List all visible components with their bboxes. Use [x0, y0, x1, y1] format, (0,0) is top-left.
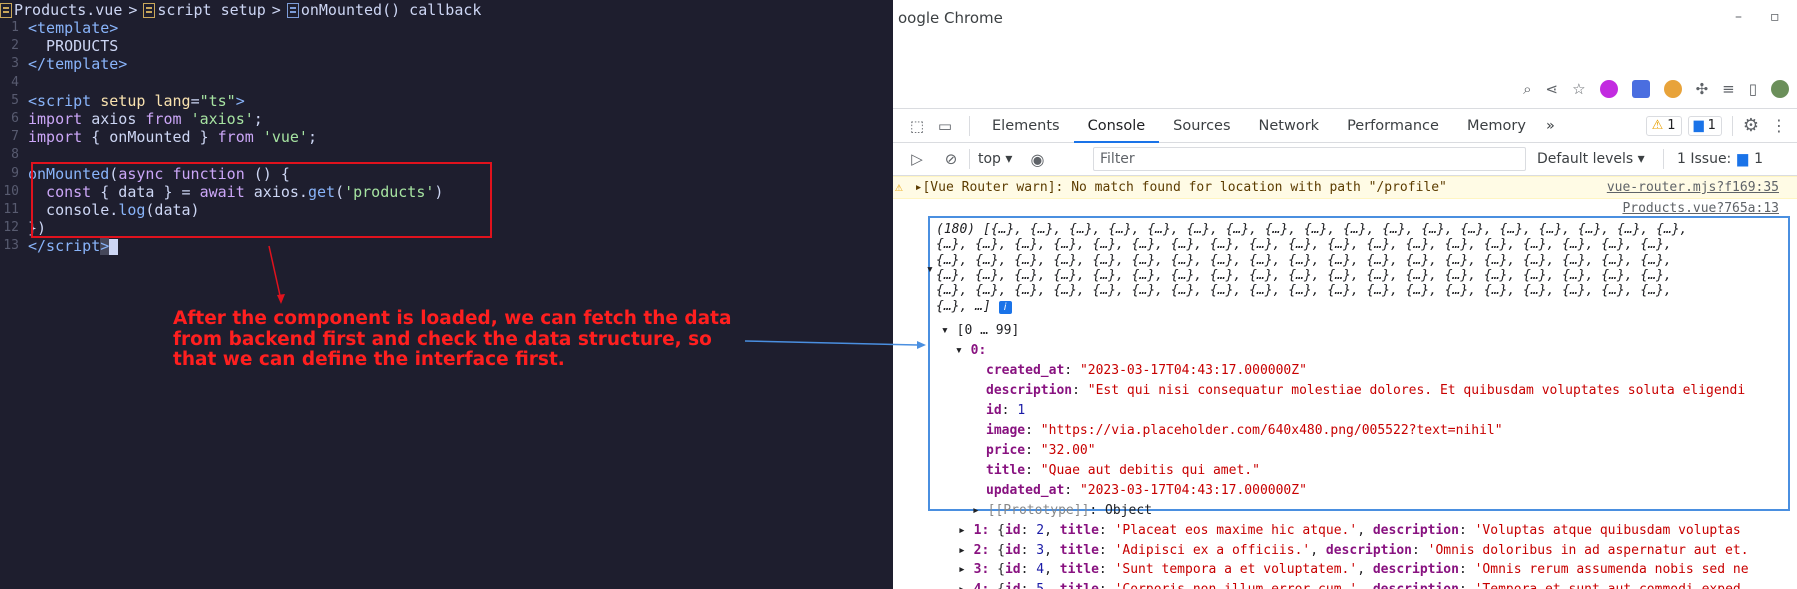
array-summary-line: {…}, {…}, {…}, {…}, {…}, {…}, {…}, {…}, … [936, 237, 1672, 253]
object-property: image: "https://via.placeholder.com/640x… [986, 423, 1503, 438]
extension-translate-icon[interactable] [1631, 80, 1650, 98]
side-panel-icon[interactable]: ▯ [1749, 80, 1757, 98]
warnings-badge[interactable]: ⚠ 1 [1645, 115, 1682, 136]
issue-icon: ▆ [1737, 151, 1749, 167]
console-output[interactable]: ⚠ ▸[Vue Router warn]: No match found for… [893, 176, 1797, 589]
object-property: id: 1 [986, 403, 1026, 418]
chrome-window: oogle Chrome – ▫ ⌕ ⋖ ☆ ✣ ≡ ▯ ⬚ ▭ Element… [893, 0, 1797, 589]
log-source-link[interactable]: Products.vue?765a:13 [1622, 201, 1779, 216]
issues-button[interactable]: 1 Issue: ▆ 1 [1677, 151, 1763, 167]
array-summary-line: {…}, {…}, {…}, {…}, {…}, {…}, {…}, {…}, … [936, 283, 1672, 299]
message-count: 1 [1707, 118, 1716, 133]
warning-icon: ⚠ [895, 180, 903, 195]
divider [969, 115, 970, 136]
array-item-collapsed[interactable]: ▸ 2: {id: 3, title: 'Adipisci ex a offic… [958, 543, 1749, 558]
bookmark-star-icon[interactable]: ☆ [1572, 80, 1585, 98]
array-range-node[interactable]: ▾ [0 … 99] [941, 323, 1019, 338]
array-summary-line: {…}, {…}, {…}, {…}, {…}, {…}, {…}, {…}, … [936, 252, 1672, 268]
tab-network[interactable]: Network [1245, 109, 1334, 143]
sidebar-toggle-icon[interactable]: ▷ [907, 150, 927, 168]
extensions-puzzle-icon[interactable]: ✣ [1696, 80, 1709, 98]
inspect-element-icon[interactable]: ⬚ [907, 117, 927, 135]
reading-list-icon[interactable]: ≡ [1722, 80, 1735, 98]
tab-elements[interactable]: Elements [978, 109, 1074, 143]
code-editor[interactable]: Products.vue > script setup > onMounted(… [0, 0, 893, 589]
live-expression-eye-icon[interactable]: ◉ [1030, 150, 1044, 169]
settings-gear-icon[interactable]: ⚙ [1743, 115, 1759, 136]
devtools-tabbar: ⬚ ▭ Elements Console Sources Network Per… [893, 108, 1797, 143]
maximize-icon[interactable]: ▫ [1770, 9, 1780, 25]
object-property: title: "Quae aut debitis qui amet." [986, 463, 1260, 478]
info-icon: i [998, 300, 1012, 314]
array-summary-line: {…}, {…}, {…}, {…}, {…}, {…}, {…}, {…}, … [936, 267, 1672, 283]
array-item-node[interactable]: ▾ 0: [955, 343, 986, 358]
tab-sources[interactable]: Sources [1159, 109, 1244, 143]
context-value: top [978, 151, 1001, 167]
clear-console-icon[interactable]: ⊘ [941, 150, 961, 168]
annotation-text: After the component is loaded, we can fe… [173, 308, 732, 370]
zoom-icon[interactable]: ⌕ [1523, 80, 1531, 98]
kebab-menu-icon[interactable]: ⋮ [1771, 116, 1787, 135]
title-bar: oogle Chrome – ▫ [893, 0, 1797, 36]
avatar[interactable] [1771, 80, 1789, 98]
array-item-collapsed[interactable]: ▸ 4: {id: 5, title: 'Corporis non illum … [958, 582, 1741, 589]
red-arrow-icon [268, 245, 285, 304]
array-item-collapsed[interactable]: ▸ 1: {id: 2, title: 'Placeat eos maxime … [958, 523, 1741, 538]
warning-source-link[interactable]: vue-router.mjs?f169:35 [1607, 177, 1779, 199]
log-levels-dropdown[interactable]: Default levels ▾ [1537, 151, 1645, 167]
object-property: description: "Est qui nisi consequatur m… [986, 383, 1746, 398]
divider [1663, 149, 1664, 169]
browser-toolbar: ⌕ ⋖ ☆ ✣ ≡ ▯ [893, 72, 1797, 106]
tab-console[interactable]: Console [1073, 109, 1160, 143]
device-toolbar-icon[interactable]: ▭ [935, 117, 955, 135]
divider [1731, 115, 1733, 136]
warning-text: [Vue Router warn]: No match found for lo… [922, 180, 1447, 195]
array-summary-line[interactable]: (180) [{…}, {…}, {…}, {…}, {…}, {…}, {…}… [936, 222, 1687, 237]
console-warning: ⚠ ▸[Vue Router warn]: No match found for… [893, 176, 1797, 199]
array-item-collapsed[interactable]: ▸ 3: {id: 4, title: 'Sunt tempora a et v… [958, 562, 1749, 577]
extension-cookie-icon[interactable] [1663, 80, 1682, 98]
object-property: created_at: "2023-03-17T04:43:17.000000Z… [986, 363, 1307, 378]
share-icon[interactable]: ⋖ [1546, 80, 1559, 98]
levels-label: Default levels [1537, 151, 1634, 167]
divider [969, 149, 970, 169]
minimize-icon[interactable]: – [1735, 9, 1742, 25]
warning-icon: ⚠ [1651, 118, 1664, 133]
object-property: price: "32.00" [986, 443, 1096, 458]
more-tabs-icon[interactable]: » [1540, 109, 1561, 143]
warning-count: 1 [1667, 118, 1676, 133]
message-icon: ▆ [1693, 118, 1704, 133]
issues-count: 1 [1754, 151, 1763, 167]
issues-label: 1 Issue: [1677, 151, 1732, 167]
tab-memory[interactable]: Memory [1453, 109, 1540, 143]
extension-lr-icon[interactable] [1599, 80, 1618, 98]
array-summary-line: {…}, …] i [936, 299, 1012, 314]
prototype-node[interactable]: ▸ [[Prototype]]: Object [972, 503, 1152, 518]
filter-input[interactable]: Filter [1093, 147, 1526, 171]
tab-performance[interactable]: Performance [1333, 109, 1453, 143]
messages-badge[interactable]: ▆ 1 [1687, 115, 1722, 136]
context-select[interactable]: top ▾ [978, 151, 1012, 167]
object-property: updated_at: "2023-03-17T04:43:17.000000Z… [986, 483, 1307, 498]
window-title: oogle Chrome [898, 9, 1003, 27]
collapse-arrow-icon[interactable]: ▾ [926, 262, 934, 277]
console-toolbar: ▷ ⊘ top ▾ ◉ Filter Default levels ▾ 1 Is… [893, 143, 1797, 176]
